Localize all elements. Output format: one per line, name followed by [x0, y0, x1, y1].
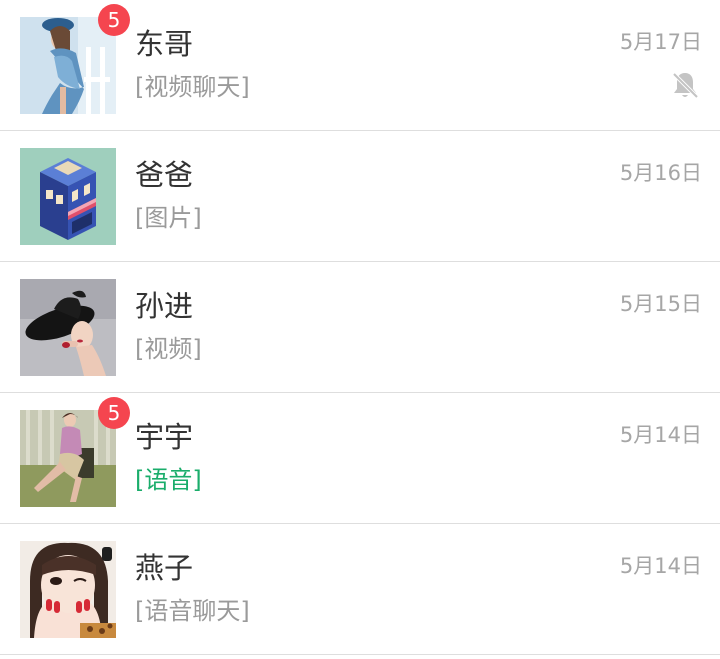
- chat-list: 5 东哥 [视频聊天] 5月17日 爸爸 [图片] 5月16日 孙进 [视频] …: [0, 0, 720, 659]
- avatar[interactable]: [20, 541, 116, 638]
- woman-sitting-fashion-photo-icon: [20, 410, 116, 507]
- timestamp: 5月15日: [619, 292, 702, 316]
- unread-badge: 5: [98, 4, 130, 36]
- girl-hands-on-face-illustration-icon: [20, 541, 116, 638]
- timestamp: 5月14日: [619, 554, 702, 578]
- chat-row-baba[interactable]: 爸爸 [图片] 5月16日: [0, 131, 720, 262]
- last-message: [视频]: [135, 335, 202, 363]
- avatar[interactable]: [20, 279, 116, 376]
- woman-black-hat-photo-icon: [20, 279, 116, 376]
- woman-blue-dress-photo-icon: [20, 17, 116, 114]
- isometric-shop-building-illustration-icon: [20, 148, 116, 245]
- contact-name: 东哥: [135, 27, 194, 61]
- avatar[interactable]: [20, 410, 116, 507]
- unread-badge: 5: [98, 397, 130, 429]
- row-divider: [0, 654, 720, 655]
- contact-name: 爸爸: [135, 158, 194, 192]
- contact-name: 燕子: [135, 551, 194, 585]
- timestamp: 5月16日: [619, 161, 702, 185]
- chat-row-yanzi[interactable]: 燕子 [语音聊天] 5月14日: [0, 524, 720, 655]
- last-message: [语音聊天]: [135, 597, 250, 625]
- contact-name: 宇宇: [135, 420, 194, 454]
- last-message: [图片]: [135, 204, 202, 232]
- mute-bell-icon: [672, 72, 699, 99]
- timestamp: 5月14日: [619, 423, 702, 447]
- avatar[interactable]: [20, 148, 116, 245]
- chat-row-sunjin[interactable]: 孙进 [视频] 5月15日: [0, 262, 720, 393]
- contact-name: 孙进: [135, 289, 194, 323]
- timestamp: 5月17日: [619, 30, 702, 54]
- chat-row-yuyu[interactable]: 5 宇宇 [语音] 5月14日: [0, 393, 720, 524]
- last-message: [语音]: [135, 466, 202, 494]
- avatar[interactable]: [20, 17, 116, 114]
- chat-row-dongge[interactable]: 5 东哥 [视频聊天] 5月17日: [0, 0, 720, 131]
- last-message: [视频聊天]: [135, 73, 250, 101]
